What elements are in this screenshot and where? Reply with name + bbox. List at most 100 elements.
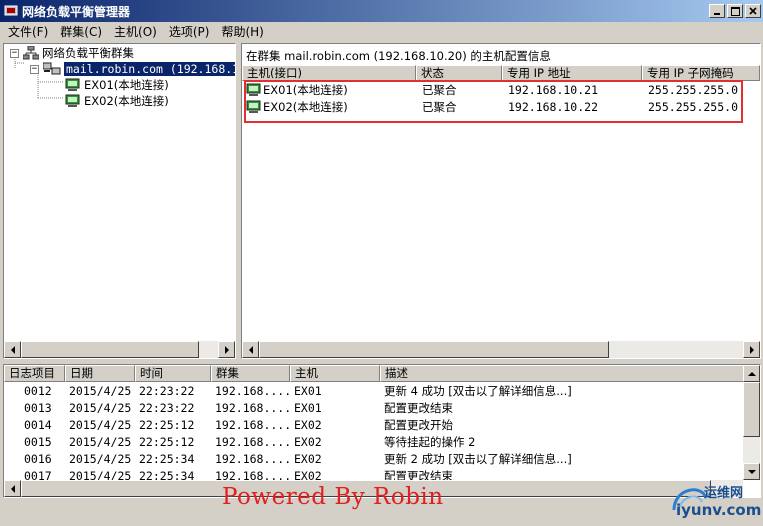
log-cluster: 192.168....	[215, 434, 290, 449]
close-button[interactable]	[745, 4, 761, 18]
host-icon	[65, 78, 80, 91]
scroll-up-button[interactable]	[743, 365, 760, 382]
log-row[interactable]: 0013 2015/4/25 22:23:22 192.168.... EX01…	[4, 399, 740, 416]
log-column-date[interactable]: 日期	[65, 365, 135, 382]
tree-host-label: EX01(本地连接)	[84, 78, 169, 92]
arrow-left-icon	[248, 345, 253, 354]
maximize-icon	[730, 6, 740, 16]
menu-host[interactable]: 主机(O)	[108, 23, 163, 40]
log-entry-id: 0012	[24, 383, 52, 398]
log-time: 22:25:12	[139, 417, 195, 432]
log-host: EX02	[294, 451, 322, 466]
network-icon	[23, 46, 39, 60]
log-time: 22:23:22	[139, 383, 195, 398]
watermark-text: Powered By Robin	[222, 484, 444, 510]
minimize-icon	[714, 13, 720, 15]
logo-line1: 运维网	[704, 486, 744, 501]
app-icon	[4, 5, 18, 16]
log-row[interactable]: 0015 2015/4/25 22:25:12 192.168.... EX02…	[4, 433, 740, 450]
scroll-left-button[interactable]	[4, 341, 21, 358]
log-date: 2015/4/25	[69, 383, 132, 398]
log-cluster: 192.168....	[215, 417, 290, 432]
arrow-left-icon	[10, 484, 15, 493]
log-date: 2015/4/25	[69, 451, 132, 466]
log-description: 等待挂起的操作 2	[384, 434, 476, 449]
scroll-thumb[interactable]	[743, 382, 760, 437]
log-cluster: 192.168....	[215, 451, 290, 466]
details-header: 主机(接口) 状态 专用 IP 地址 专用 IP 子网掩码	[242, 65, 760, 81]
title-bar: 网络负载平衡管理器	[0, 0, 763, 22]
tree-host-label: EX02(本地连接)	[84, 94, 169, 108]
log-entry-id: 0015	[24, 434, 52, 449]
host-icon	[65, 94, 80, 107]
log-date: 2015/4/25	[69, 434, 132, 449]
maximize-button[interactable]	[727, 4, 743, 18]
cluster-tree-pane: − 网络负载平衡群集 − mail.robin.com (192.168.10.…	[3, 43, 236, 359]
log-host: EX02	[294, 417, 322, 432]
menu-help[interactable]: 帮助(H)	[215, 23, 269, 40]
window-title: 网络负载平衡管理器	[22, 4, 131, 19]
tree-cluster[interactable]: − mail.robin.com (192.168.10.2	[30, 61, 235, 77]
scroll-right-button[interactable]	[743, 341, 760, 358]
tree-host-ex02[interactable]: EX02(本地连接)	[65, 93, 169, 109]
log-time: 22:25:34	[139, 451, 195, 466]
log-description: 更新 4 成功 [双击以了解详细信息...]	[384, 383, 572, 398]
arrow-right-icon	[749, 345, 754, 354]
arrow-left-icon	[10, 345, 15, 354]
scroll-right-button[interactable]	[218, 341, 235, 358]
arrow-right-icon	[224, 345, 229, 354]
log-row[interactable]: 0016 2015/4/25 22:25:34 192.168.... EX02…	[4, 450, 740, 467]
menu-file[interactable]: 文件(F)	[2, 23, 54, 40]
scroll-left-button[interactable]	[4, 480, 21, 497]
menu-cluster[interactable]: 群集(C)	[54, 23, 108, 40]
log-description: 配置更改结束	[384, 400, 453, 415]
log-cluster: 192.168....	[215, 400, 290, 415]
menu-options[interactable]: 选项(P)	[163, 23, 216, 40]
log-column-description[interactable]: 描述	[380, 365, 745, 382]
log-host: EX02	[294, 434, 322, 449]
log-row[interactable]: 0014 2015/4/25 22:25:12 192.168.... EX02…	[4, 416, 740, 433]
scroll-left-button[interactable]	[242, 341, 259, 358]
tree-root[interactable]: − 网络负载平衡群集	[10, 45, 134, 61]
column-header-subnet[interactable]: 专用 IP 子网掩码	[642, 65, 760, 81]
log-entry-id: 0013	[24, 400, 52, 415]
log-pane: 日志项目 日期 时间 群集 主机 描述 0012 2015/4/25 22:23…	[3, 364, 761, 498]
logo-line2: iyunv.com	[676, 501, 762, 519]
menu-bar: 文件(F) 群集(C) 主机(O) 选项(P) 帮助(H)	[0, 22, 763, 41]
log-column-host[interactable]: 主机	[290, 365, 380, 382]
log-row[interactable]: 0012 2015/4/25 22:23:22 192.168.... EX01…	[4, 382, 740, 399]
log-host: EX01	[294, 383, 322, 398]
log-date: 2015/4/25	[69, 400, 132, 415]
arrow-down-icon	[747, 469, 756, 474]
site-logo: 运维网 iyunv.com	[668, 478, 762, 522]
log-entry-id: 0016	[24, 451, 52, 466]
column-header-status[interactable]: 状态	[416, 65, 502, 81]
tree-host-ex01[interactable]: EX01(本地连接)	[65, 77, 169, 93]
collapse-icon[interactable]: −	[30, 64, 39, 74]
column-header-host[interactable]: 主机(接口)	[242, 65, 416, 81]
collapse-icon[interactable]: −	[10, 48, 19, 58]
arrow-up-icon	[747, 371, 756, 376]
scroll-thumb[interactable]	[259, 341, 609, 358]
column-header-ip[interactable]: 专用 IP 地址	[502, 65, 642, 81]
cluster-icon	[43, 62, 61, 75]
log-vertical-scrollbar[interactable]	[743, 365, 760, 480]
tree-cluster-label: mail.robin.com (192.168.10.2	[64, 62, 235, 76]
close-icon	[749, 7, 757, 15]
log-column-entry[interactable]: 日志项目	[4, 365, 65, 382]
log-time: 22:25:12	[139, 434, 195, 449]
log-cluster: 192.168....	[215, 383, 290, 398]
tree-horizontal-scrollbar[interactable]	[4, 341, 235, 358]
log-header: 日志项目 日期 时间 群集 主机 描述	[4, 365, 745, 382]
minimize-button[interactable]	[709, 4, 725, 18]
log-column-cluster[interactable]: 群集	[211, 365, 290, 382]
host-details-pane: 在群集 mail.robin.com (192.168.10.20) 的主机配置…	[241, 43, 761, 359]
log-entry-id: 0014	[24, 417, 52, 432]
log-host: EX01	[294, 400, 322, 415]
details-horizontal-scrollbar[interactable]	[242, 341, 760, 358]
log-column-time[interactable]: 时间	[135, 365, 211, 382]
scroll-thumb[interactable]	[21, 341, 199, 358]
log-description: 更新 2 成功 [双击以了解详细信息...]	[384, 451, 572, 466]
log-time: 22:23:22	[139, 400, 195, 415]
highlight-box	[244, 80, 743, 123]
